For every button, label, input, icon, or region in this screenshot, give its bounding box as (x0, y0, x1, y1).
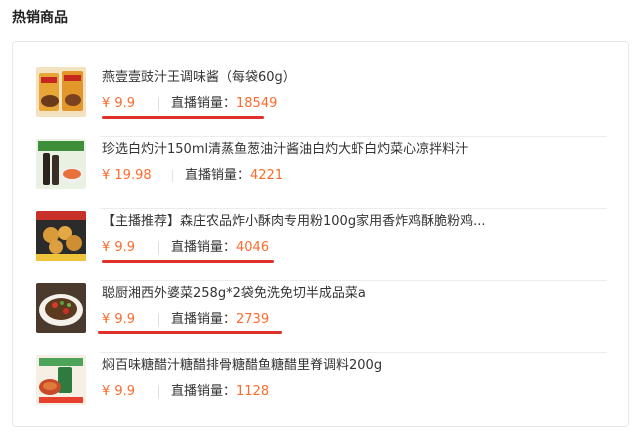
product-item[interactable]: 【主播推荐】森庄农品炸小酥肉专用粉100g家用香炸鸡酥脆粉鸡... ¥ 9.9 直… (36, 209, 607, 281)
sauce-packet-image[interactable] (36, 67, 86, 117)
highlight-underline (102, 260, 274, 263)
meta-divider (158, 385, 159, 398)
product-meta: ¥ 9.9 直播销量：4046 (102, 239, 269, 257)
sales-label: 直播销量： (171, 240, 237, 255)
product-name[interactable]: 【主播推荐】森庄农品炸小酥肉专用粉100g家用香炸鸡酥脆粉鸡... (102, 213, 602, 231)
sales-label: 直播销量： (171, 96, 237, 111)
fried-chicken-image[interactable] (36, 211, 86, 261)
product-price: ¥ 9.9 (102, 96, 136, 111)
meta-divider (158, 313, 159, 326)
product-item[interactable]: 焖百味糖醋汁糖醋排骨糖醋鱼糖醋里脊调料200g ¥ 9.9 直播销量：1128 (36, 353, 607, 425)
product-item[interactable]: 聪厨湘西外婆菜258g*2袋免洗免切半成品菜a ¥ 9.9 直播销量：2739 (36, 281, 607, 353)
meta-divider (158, 97, 159, 110)
product-name[interactable]: 珍选白灼汁150ml清蒸鱼葱油汁酱油白灼大虾白灼菜心凉拌料汁 (102, 141, 602, 159)
meta-divider (158, 241, 159, 254)
sales-value: 18549 (236, 96, 278, 111)
product-price: ¥ 9.9 (102, 312, 136, 327)
product-item[interactable]: 燕壹壹豉汁王调味酱（每袋60g） ¥ 9.9 直播销量：18549 (36, 65, 607, 137)
sales-label: 直播销量： (185, 168, 251, 183)
product-price: ¥ 19.98 (102, 168, 152, 183)
highlight-underline (102, 116, 264, 119)
product-name[interactable]: 燕壹壹豉汁王调味酱（每袋60g） (102, 69, 602, 87)
product-item[interactable]: 珍选白灼汁150ml清蒸鱼葱油汁酱油白灼大虾白灼菜心凉拌料汁 ¥ 19.98 直播… (36, 137, 607, 209)
sales-label: 直播销量： (171, 312, 237, 327)
product-price: ¥ 9.9 (102, 240, 136, 255)
sales-value: 2739 (236, 312, 270, 327)
highlight-underline (98, 331, 282, 334)
hot-products-card: 燕壹壹豉汁王调味酱（每袋60g） ¥ 9.9 直播销量：18549 珍选白灼汁15… (12, 41, 629, 427)
section-title: 热销商品 (12, 10, 68, 26)
product-meta: ¥ 9.9 直播销量：2739 (102, 311, 269, 329)
sweet-sour-sauce-image[interactable] (36, 355, 86, 405)
product-price: ¥ 9.9 (102, 384, 136, 399)
sales-value: 1128 (236, 384, 270, 399)
sales-label: 直播销量： (171, 384, 237, 399)
vegetable-dish-image[interactable] (36, 283, 86, 333)
product-meta: ¥ 9.9 直播销量：1128 (102, 383, 269, 401)
sales-value: 4046 (236, 240, 270, 255)
product-meta: ¥ 19.98 直播销量：4221 (102, 167, 283, 185)
product-name[interactable]: 焖百味糖醋汁糖醋排骨糖醋鱼糖醋里脊调料200g (102, 357, 602, 375)
sauce-bottle-image[interactable] (36, 139, 86, 189)
meta-divider (172, 169, 173, 182)
product-name[interactable]: 聪厨湘西外婆菜258g*2袋免洗免切半成品菜a (102, 285, 602, 303)
sales-value: 4221 (250, 168, 284, 183)
product-meta: ¥ 9.9 直播销量：18549 (102, 95, 277, 113)
